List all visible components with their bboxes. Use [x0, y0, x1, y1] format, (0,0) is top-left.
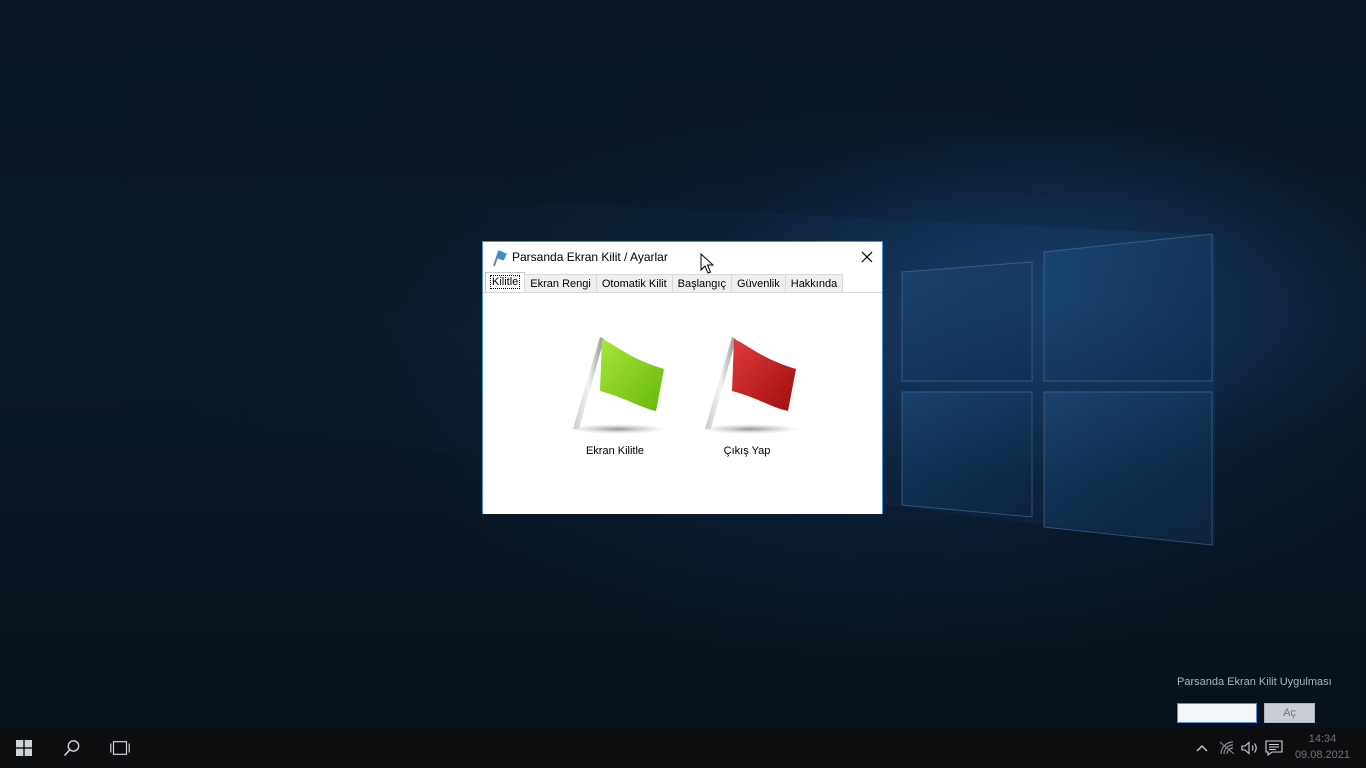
- chevron-up-icon: [1196, 745, 1208, 752]
- tab-panel-kilitle: Ekran Kilitle Çıkış Yap: [483, 292, 882, 514]
- dialog-title: Parsanda Ekran Kilit / Ayarlar: [512, 250, 668, 264]
- taskbar-clock[interactable]: 14:34 09.08.2021: [1295, 731, 1350, 763]
- dialog-titlebar[interactable]: Parsanda Ekran Kilit / Ayarlar: [483, 242, 882, 272]
- task-view-icon: [110, 741, 130, 755]
- red-flag-icon: [700, 337, 800, 434]
- open-button[interactable]: Aç: [1264, 703, 1315, 723]
- lock-screen-label: Ekran Kilitle: [585, 445, 645, 457]
- search-button[interactable]: [48, 728, 96, 768]
- lock-screen-button[interactable]: Ekran Kilitle: [560, 337, 670, 467]
- tab-ekran-rengi[interactable]: Ekran Rengi: [524, 274, 597, 292]
- action-center-button[interactable]: [1264, 738, 1284, 758]
- widget-title: Parsanda Ekran Kilit Uygulması: [1177, 676, 1332, 688]
- mouse-cursor-icon: [700, 253, 714, 274]
- close-icon: [861, 251, 873, 263]
- clock-date: 09.08.2021: [1294, 749, 1350, 761]
- task-view-button[interactable]: [96, 728, 144, 768]
- windows-start-icon: [16, 740, 32, 756]
- wifi-icon: [1219, 741, 1235, 755]
- app-flag-icon: [493, 250, 507, 267]
- start-button[interactable]: [0, 728, 48, 768]
- settings-dialog: Parsanda Ekran Kilit / Ayarlar Kilitle E…: [482, 241, 883, 514]
- search-icon: [63, 740, 80, 757]
- green-flag-icon: [568, 337, 668, 434]
- tab-baslangic[interactable]: Başlangıç: [671, 274, 732, 292]
- show-hidden-icons-button[interactable]: [1192, 738, 1212, 758]
- tab-hakkinda[interactable]: Hakkında: [784, 274, 844, 292]
- notification-icon: [1265, 740, 1283, 756]
- tab-label: Kilitle: [489, 275, 521, 289]
- tab-guvenlik[interactable]: Güvenlik: [730, 274, 786, 292]
- tab-strip: Kilitle Ekran Rengi Otomatik Kilit Başla…: [485, 272, 844, 293]
- network-button[interactable]: [1217, 738, 1237, 758]
- tab-otomatik-kilit[interactable]: Otomatik Kilit: [595, 274, 673, 292]
- exit-button[interactable]: Çıkış Yap: [692, 337, 802, 467]
- speaker-icon: [1241, 741, 1257, 755]
- volume-button[interactable]: [1240, 738, 1260, 758]
- taskbar: 14:34 09.08.2021: [0, 728, 1366, 768]
- exit-label: Çıkış Yap: [723, 445, 771, 457]
- close-button[interactable]: [852, 242, 882, 272]
- password-input[interactable]: [1177, 703, 1257, 723]
- tab-kilitle[interactable]: Kilitle: [485, 272, 526, 292]
- clock-time: 14:34: [1308, 733, 1337, 745]
